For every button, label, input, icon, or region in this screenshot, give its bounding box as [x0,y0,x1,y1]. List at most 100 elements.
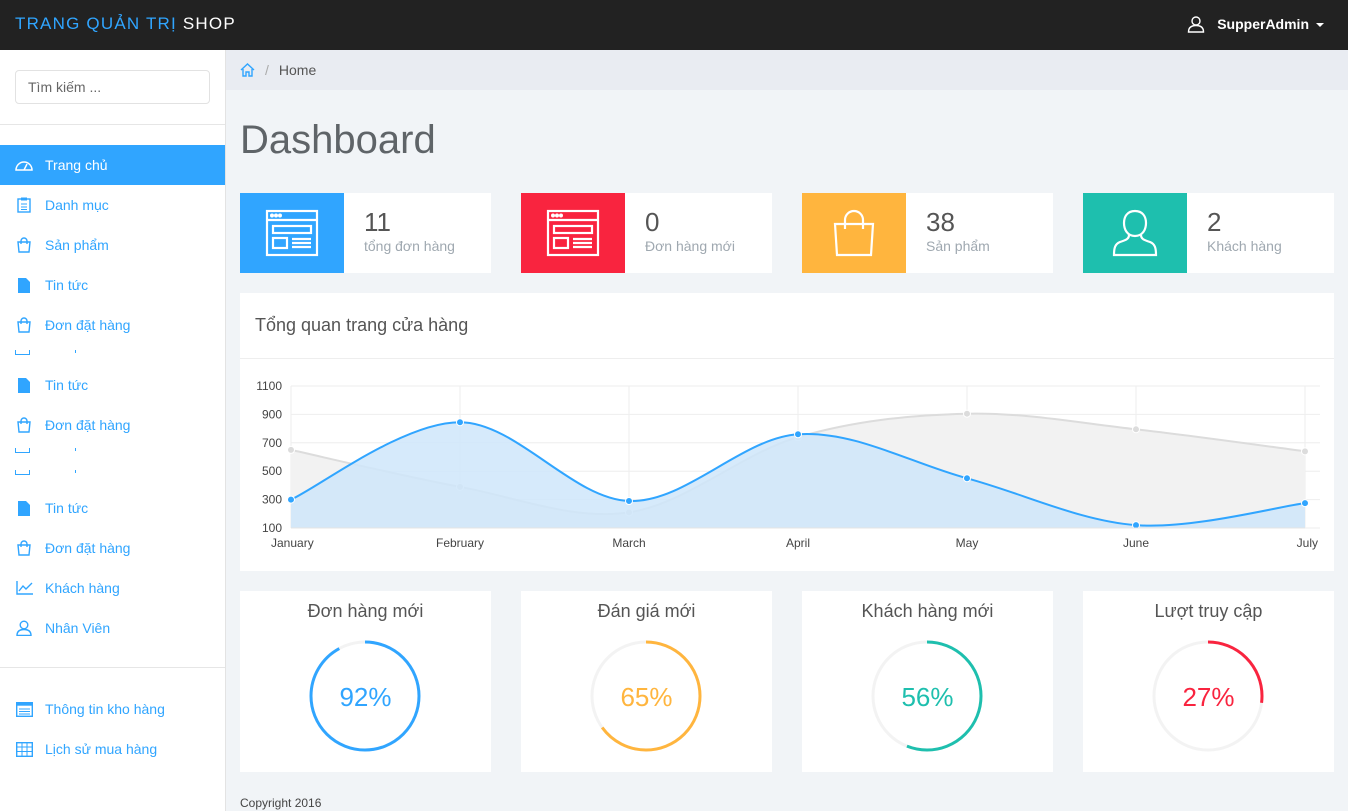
sidebar-item-label: Tin tức [45,377,89,393]
user-name: SupperAdmin [1217,16,1309,32]
page-title: Dashboard [240,118,436,162]
sidebar-item-don-dat-hang[interactable]: Đơn đặt hàng [0,305,225,345]
brand-logo[interactable]: TRANG QUẢN TRỊ SHOP [15,14,236,34]
sidebar-item-lich-su-mua-hang[interactable]: Lịch sử mua hàng [0,729,225,769]
browser-window-icon [240,193,344,273]
sidebar-item-thong-tin-kho-hang[interactable]: Thông tin kho hàng [0,689,225,729]
y-tick-label: 1100 [256,379,282,393]
sidebar-item-label: Đơn đặt hàng [45,417,131,433]
stat-card-new-orders: 0 Đơn hàng mới [521,193,772,273]
stat-card-total-orders: 11 tổng đơn hàng [240,193,491,273]
progress-card-new-customers: Khách hàng mới 56% [802,591,1053,772]
sidebar-item-label: Sản phẩm [45,237,109,253]
sidebar-item-danh-muc[interactable]: Danh mục [0,185,225,225]
sidebar: Trang chủ Danh mục Sản phẩm Tin tức Đơn … [0,50,226,811]
sidebar-item-label: Tin tức [45,277,89,293]
data-point [625,497,633,506]
progress-title: Đán giá mới [597,601,696,621]
overview-area-chart: 100 300 500 700 900 1100 January February March A… [256,379,1320,550]
stat-value: 38 [926,207,955,237]
sidebar-divider [0,667,225,668]
sidebar-item-label: Tin tức [45,500,89,516]
progress-value: 27% [1182,682,1235,712]
sidebar-item-don-dat-hang-2[interactable]: Đơn đặt hàng [0,405,225,445]
sidebar-item-trang-chu[interactable]: Trang chủ [0,145,225,185]
x-tick-label: June [1123,536,1149,550]
data-point [1132,425,1140,434]
sidebar-item-tin-tuc-3[interactable]: Tin tức [0,488,225,528]
data-point [963,474,971,483]
x-tick-label: July [1297,536,1318,550]
x-tick-label: May [956,536,979,550]
data-point [963,409,971,418]
progress-value: 56% [901,682,954,712]
search-input[interactable] [15,70,210,104]
stat-value: 0 [645,207,660,237]
progress-title: Lượt truy cập [1154,601,1263,621]
y-tick-label: 900 [262,407,282,421]
shopping-bag-icon [15,416,33,434]
sidebar-item-label: Danh mục [45,197,109,213]
y-tick-label: 100 [262,521,282,535]
progress-value: 92% [339,682,392,712]
y-tick-label: 300 [262,493,282,507]
sidebar-item-label: Lịch sử mua hàng [45,741,158,757]
sidebar-item-label: Trang chủ [45,157,108,173]
brand-title: TRANG QUẢN TRỊ [15,14,177,33]
home-icon[interactable] [240,63,255,77]
sidebar-item-label: Đơn đặt hàng [45,317,131,333]
dashboard-icon [15,156,33,174]
sidebar-item-label: Đơn đặt hàng [45,540,131,556]
sidebar-item-tin-tuc[interactable]: Tin tức [0,265,225,305]
sidebar-divider [0,124,225,125]
user-menu[interactable]: SupperAdmin [1187,15,1324,33]
progress-value: 65% [620,682,673,712]
sidebar-item-tin-tuc-2[interactable]: Tin tức [0,365,225,405]
shopping-bag-icon [15,236,33,254]
progress-title: Đơn hàng mới [307,601,424,621]
warehouse-list-icon [15,700,33,718]
stat-label: tổng đơn hàng [364,238,455,254]
stat-label: Khách hàng [1207,238,1282,254]
caret-down-icon [1316,23,1324,27]
top-navbar: TRANG QUẢN TRỊ SHOP SupperAdmin [0,0,1348,50]
sidebar-item-nhan-vien[interactable]: Nhân Viên [0,608,225,648]
shopping-bag-icon [15,539,33,557]
file-icon [15,276,33,294]
sidebar-item-khach-hang[interactable]: Khách hàng [0,568,225,608]
shopping-bag-icon [15,316,33,334]
collapsed-submenu [15,350,85,355]
sidebar-item-label: Khách hàng [45,580,120,596]
y-tick-label: 700 [262,436,282,450]
file-icon [15,376,33,394]
collapsed-submenu [15,448,85,453]
sidebar-item-don-dat-hang-3[interactable]: Đơn đặt hàng [0,528,225,568]
shopping-bag-icon [802,193,906,273]
data-point [287,445,295,454]
stat-card-customers: 2 Khách hàng [1083,193,1334,273]
x-tick-label: April [786,536,810,550]
data-point [287,495,295,504]
progress-title: Khách hàng mới [861,601,994,621]
sidebar-item-label: Thông tin kho hàng [45,701,165,717]
brand-shop: SHOP [182,14,236,33]
sidebar-item-san-pham[interactable]: Sản phẩm [0,225,225,265]
overview-panel: Tổng quan trang cửa hàng 100 300 500 700 900… [240,293,1334,571]
user-icon [15,619,33,637]
sidebar-item-label: Nhân Viên [45,620,111,636]
data-point [1301,499,1309,508]
stat-value: 11 [364,207,391,237]
progress-card-visits: Lượt truy cập 27% [1083,591,1334,772]
breadcrumb-separator: / [265,62,269,78]
x-tick-label: March [612,536,645,550]
x-tick-label: January [271,536,314,550]
stat-value: 2 [1207,207,1222,237]
line-chart-icon [15,579,33,597]
clipboard-icon [15,196,33,214]
progress-card-new-reviews: Đán giá mới 65% [521,591,772,772]
stat-label: Đơn hàng mới [645,238,735,254]
stat-label: Sản phẩm [926,238,990,254]
browser-window-icon [521,193,625,273]
data-point [794,430,802,439]
progress-card-new-orders: Đơn hàng mới 92% [240,591,491,772]
